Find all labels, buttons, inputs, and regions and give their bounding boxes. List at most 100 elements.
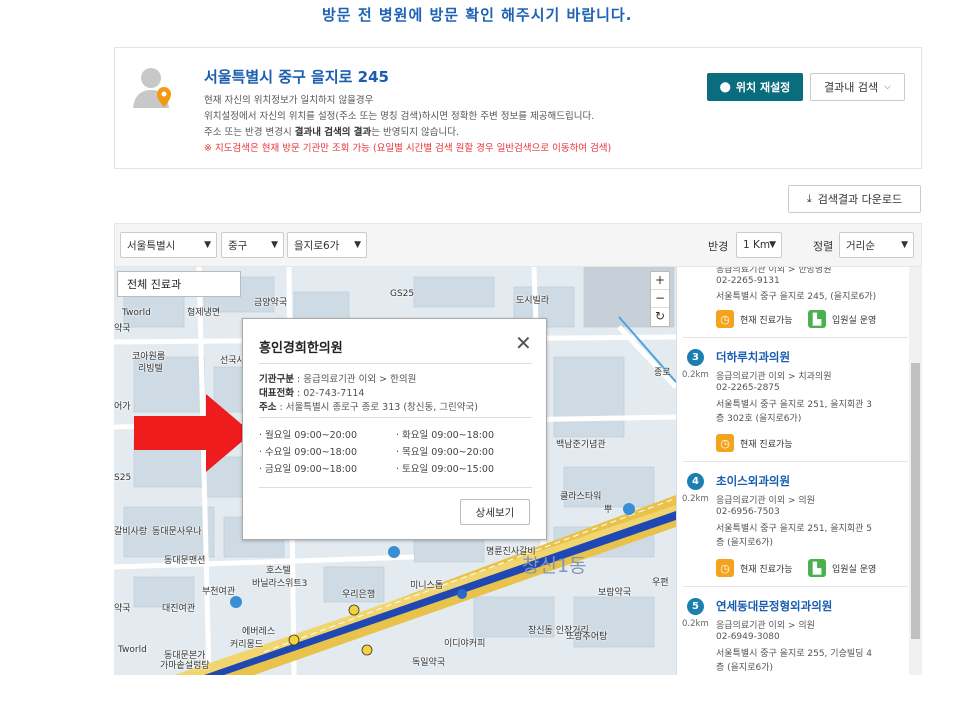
- map-label: 커리몽드: [230, 640, 264, 650]
- pin-icon: ⬤: [719, 81, 731, 93]
- map-label: 보람약국: [598, 588, 632, 598]
- close-icon[interactable]: ✕: [515, 331, 532, 355]
- reset-location-label: 위치 재설정: [735, 81, 791, 94]
- open-now-badge: ◷ 현재 진료가능: [716, 558, 793, 578]
- sort-select[interactable]: 거리순 ▼: [839, 232, 914, 258]
- map-label: 동대문맨션: [164, 556, 206, 566]
- download-label: 검색결과 다운로드: [817, 193, 903, 206]
- map-label: 호스텔: [266, 566, 291, 576]
- top-banner: 방문 전 병원에 방문 확인 해주시기 바랍니다.: [0, 0, 960, 40]
- zoom-in-button[interactable]: +: [651, 272, 669, 290]
- map-label: 클라스타워: [560, 492, 602, 502]
- addr-value: : 서울특별시 종로구 종로 313 (창신동, 그린약국): [276, 402, 478, 413]
- result-type: 응급의료기관 이외 > 의원: [716, 496, 815, 506]
- popup-type: 기관구분 : 응급의료기관 이외 > 한의원: [259, 371, 416, 385]
- info3-bold: 결과내 검색의 결과: [294, 127, 372, 138]
- map-label: 갈비사랑: [114, 527, 148, 537]
- reset-location-button[interactable]: ⬤ 위치 재설정: [707, 73, 803, 101]
- detail-button[interactable]: 상세보기: [460, 499, 530, 525]
- divider: [259, 363, 532, 364]
- radius-select[interactable]: 1 Km ▼: [736, 232, 782, 258]
- dong-select[interactable]: 을지로6가 ▼: [287, 232, 367, 258]
- result-distance: 0.2km: [682, 619, 709, 629]
- map-label: 대진여관: [162, 604, 196, 614]
- clock-icon: ◷: [716, 434, 734, 452]
- result-type: 응급의료기관 이외 > 치과의원: [716, 372, 832, 382]
- info3-post: 는 반영되지 않습니다.: [371, 127, 460, 138]
- download-results-button[interactable]: ⤓ 검색결과 다운로드: [788, 185, 921, 213]
- hours-item: · 금요일 09:00~18:00: [259, 464, 357, 475]
- result-address: 서울특별시 중구 을지로 255, 기승빌딩 4: [716, 649, 872, 659]
- radius-value: 1 Km: [743, 239, 771, 251]
- city-value: 서울특별시: [127, 239, 176, 252]
- map-label: 가마솥설렁탕: [160, 661, 210, 671]
- inpatient-badge: ▙ 입원실 운영: [808, 558, 876, 578]
- hours-item: · 월요일 09:00~20:00: [259, 430, 357, 441]
- result-name[interactable]: 초이스외과의원: [716, 473, 790, 489]
- banner-text: 방문 전 병원에 방문 확인 해주시기 바랍니다.: [322, 6, 633, 24]
- sort-value: 거리순: [846, 239, 875, 252]
- map-label: 동대문사우나: [152, 527, 202, 537]
- result-name[interactable]: 연세동대문정형외과의원: [716, 598, 832, 614]
- sort-label: 정렬: [813, 240, 834, 253]
- map-label: 어가: [114, 402, 131, 412]
- download-icon: ⤓: [806, 192, 812, 205]
- hours-item: · 토요일 09:00~15:00: [396, 464, 494, 475]
- dong-value: 을지로6가: [294, 239, 340, 252]
- map-label: 독일약국: [412, 658, 446, 668]
- result-number: 3: [687, 349, 704, 366]
- result-address: 서울특별시 중구 을지로 251, 을지회관 5: [716, 524, 872, 534]
- badge-label: 현재 진료가능: [740, 564, 793, 575]
- location-info-1: 현재 자신의 위치정보가 일치하지 않을경우: [204, 95, 374, 106]
- search-within-button[interactable]: 결과내 검색 ⌵: [810, 73, 905, 101]
- map-label: Tworld: [118, 645, 147, 655]
- zoom-out-button[interactable]: −: [651, 290, 669, 308]
- map-area-label: 창신1동: [522, 555, 587, 577]
- all-departments-tab[interactable]: 전체 진료과: [117, 271, 241, 297]
- chevron-down-icon: ▼: [354, 240, 361, 250]
- phone-label: 대표전화: [259, 388, 294, 399]
- badge-label: 현재 진료가능: [740, 439, 793, 450]
- chevron-down-icon: ▼: [204, 240, 211, 250]
- map-label: 약국: [114, 324, 131, 334]
- district-select[interactable]: 중구 ▼: [221, 232, 284, 258]
- scrollbar-thumb[interactable]: [911, 363, 920, 639]
- open-now-badge: ◷ 현재 진료가능: [716, 309, 793, 329]
- phone-value: : 02-743-7114: [293, 388, 365, 399]
- map-label: 이디야커피: [444, 639, 486, 649]
- search-within-label: 결과내 검색: [824, 81, 879, 94]
- map-label: 또랑추어탕: [566, 632, 608, 642]
- results-list: 응급의료기관 이외 > 한방병원 02-2265-9131 서울특별시 중구 을…: [676, 267, 922, 675]
- clock-icon: ◷: [716, 310, 734, 328]
- refresh-icon[interactable]: ↻: [651, 308, 669, 326]
- map-label: 백남준기념관: [556, 440, 606, 450]
- location-box: 서울특별시 중구 을지로 245 현재 자신의 위치정보가 일치하지 않을경우 …: [114, 47, 922, 169]
- result-name[interactable]: 더하루치과의원: [716, 349, 790, 365]
- result-address-cont: 층 (을지로6가): [716, 663, 774, 673]
- divider: [683, 461, 908, 462]
- result-number: 4: [687, 473, 704, 490]
- hours-item: · 화요일 09:00~18:00: [396, 430, 494, 441]
- divider: [683, 337, 908, 338]
- result-phone: 02-2265-2875: [716, 383, 780, 393]
- current-address: 서울특별시 중구 을지로 245: [204, 68, 389, 86]
- type-value: : 응급의료기관 이외 > 한의원: [293, 374, 417, 385]
- map-label: 종로: [654, 368, 671, 378]
- map-label: 우편: [652, 578, 669, 588]
- map-label: Tworld: [122, 308, 151, 318]
- map-label: 도시빌라: [516, 296, 550, 306]
- city-select[interactable]: 서울특별시 ▼: [120, 232, 217, 258]
- chevron-down-icon: ▼: [901, 240, 908, 250]
- map-label: 형제냉면: [187, 308, 221, 318]
- result-phone: 02-2265-9131: [716, 276, 780, 286]
- divider: [259, 417, 532, 418]
- popup-title: 흥인경희한의원: [259, 341, 343, 356]
- info3-pre: 주소 또는 반경 변경시: [204, 127, 295, 138]
- clinic-info-popup: 흥인경희한의원 ✕ 기관구분 : 응급의료기관 이외 > 한의원 대표전화 : …: [242, 318, 547, 540]
- bed-icon: ▙: [808, 559, 826, 577]
- chevron-down-icon: ▼: [271, 240, 278, 250]
- filter-bar: 서울특별시 ▼ 중구 ▼ 을지로6가 ▼ 반경 1 Km ▼ 정렬 거리순 ▼: [114, 223, 922, 267]
- result-address: 서울특별시 중구 을지로 245, (을지로6가): [716, 292, 877, 302]
- popup-address: 주소 : 서울특별시 종로구 종로 313 (창신동, 그린약국): [259, 399, 478, 413]
- location-info-2: 위치설정에서 자신의 위치를 설정(주소 또는 명칭 검색)하시면 정확한 주변…: [204, 111, 595, 122]
